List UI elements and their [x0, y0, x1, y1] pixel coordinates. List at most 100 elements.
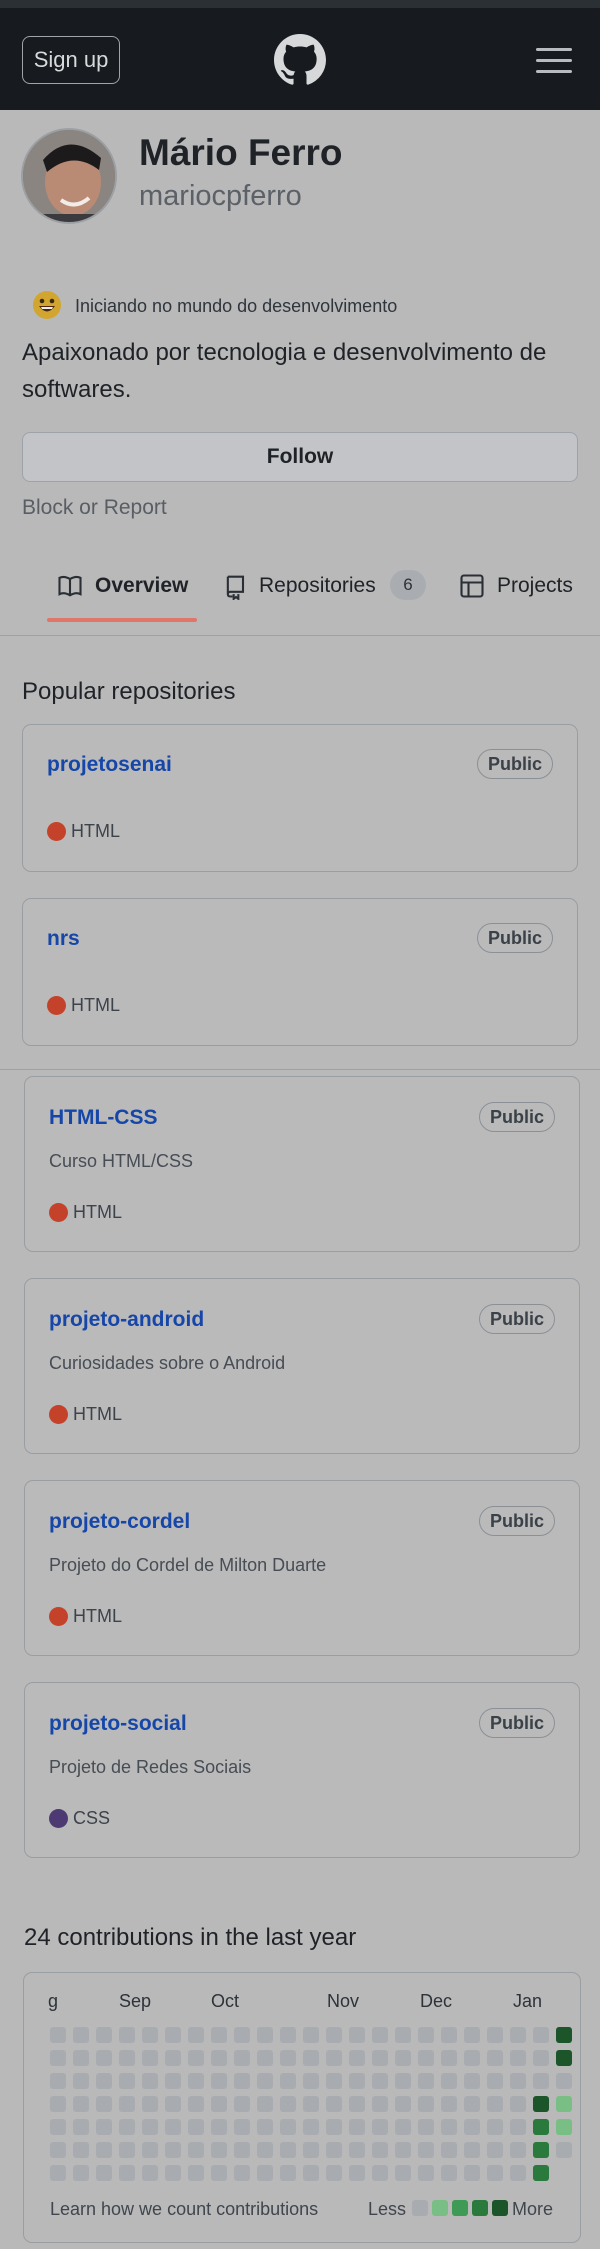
contribution-cell[interactable]	[464, 2142, 480, 2158]
contribution-cell[interactable]	[165, 2027, 181, 2043]
contribution-cell[interactable]	[510, 2073, 526, 2089]
repo-name-link[interactable]: projeto-cordel	[49, 1510, 190, 1534]
user-status[interactable]: Iniciando no mundo do desenvolvimento	[22, 288, 442, 324]
contribution-cell[interactable]	[96, 2119, 112, 2135]
contribution-cell[interactable]	[50, 2050, 66, 2066]
contribution-cell[interactable]	[211, 2119, 227, 2135]
contribution-cell[interactable]	[395, 2165, 411, 2181]
contribution-cell[interactable]	[533, 2119, 549, 2135]
contribution-cell[interactable]	[280, 2165, 296, 2181]
contribution-cell[interactable]	[119, 2142, 135, 2158]
contribution-cell[interactable]	[119, 2050, 135, 2066]
repo-name-link[interactable]: HTML-CSS	[49, 1106, 158, 1130]
contribution-cell[interactable]	[188, 2050, 204, 2066]
contribution-cell[interactable]	[50, 2073, 66, 2089]
contribution-cell[interactable]	[326, 2073, 342, 2089]
contribution-cell[interactable]	[234, 2142, 250, 2158]
contribution-cell[interactable]	[487, 2073, 503, 2089]
contribution-cell[interactable]	[487, 2142, 503, 2158]
contribution-cell[interactable]	[96, 2050, 112, 2066]
tab-projects[interactable]: Projects	[458, 560, 600, 634]
contribution-cell[interactable]	[372, 2096, 388, 2112]
contribution-cell[interactable]	[234, 2073, 250, 2089]
contribution-cell[interactable]	[188, 2119, 204, 2135]
contribution-cell[interactable]	[372, 2142, 388, 2158]
contribution-cell[interactable]	[326, 2096, 342, 2112]
contribution-cell[interactable]	[119, 2073, 135, 2089]
contribution-cell[interactable]	[73, 2050, 89, 2066]
contribution-cell[interactable]	[257, 2050, 273, 2066]
contribution-cell[interactable]	[50, 2027, 66, 2043]
contribution-cell[interactable]	[142, 2165, 158, 2181]
contribution-cell[interactable]	[96, 2142, 112, 2158]
contribution-cell[interactable]	[73, 2142, 89, 2158]
contribution-cell[interactable]	[96, 2073, 112, 2089]
contribution-cell[interactable]	[211, 2165, 227, 2181]
contribution-cell[interactable]	[395, 2119, 411, 2135]
contribution-cell[interactable]	[234, 2165, 250, 2181]
contribution-cell[interactable]	[142, 2096, 158, 2112]
contribution-cell[interactable]	[119, 2096, 135, 2112]
contribution-cell[interactable]	[119, 2119, 135, 2135]
contribution-cell[interactable]	[349, 2050, 365, 2066]
contribution-cell[interactable]	[349, 2119, 365, 2135]
contribution-cell[interactable]	[211, 2073, 227, 2089]
contribution-cell[interactable]	[556, 2142, 572, 2158]
repo-name-link[interactable]: projeto-android	[49, 1308, 204, 1332]
contribution-cell[interactable]	[188, 2096, 204, 2112]
contribution-cell[interactable]	[257, 2096, 273, 2112]
block-or-report-link[interactable]: Block or Report	[22, 496, 167, 520]
tab-repositories[interactable]: Repositories 6	[222, 560, 426, 634]
contribution-cell[interactable]	[234, 2119, 250, 2135]
contribution-cell[interactable]	[257, 2073, 273, 2089]
contribution-cell[interactable]	[533, 2142, 549, 2158]
contribution-cell[interactable]	[349, 2096, 365, 2112]
contribution-cell[interactable]	[303, 2165, 319, 2181]
contribution-cell[interactable]	[349, 2142, 365, 2158]
contribution-cell[interactable]	[142, 2050, 158, 2066]
contribution-cell[interactable]	[119, 2165, 135, 2181]
contribution-cell[interactable]	[441, 2119, 457, 2135]
contribution-cell[interactable]	[487, 2119, 503, 2135]
contribution-cell[interactable]	[487, 2165, 503, 2181]
contribution-cell[interactable]	[372, 2027, 388, 2043]
contribution-cell[interactable]	[142, 2119, 158, 2135]
contribution-cell[interactable]	[188, 2142, 204, 2158]
contribution-cell[interactable]	[418, 2073, 434, 2089]
follow-button[interactable]: Follow	[22, 432, 578, 482]
contribution-cell[interactable]	[326, 2050, 342, 2066]
contribution-cell[interactable]	[165, 2096, 181, 2112]
contribution-cell[interactable]	[280, 2073, 296, 2089]
contribution-cell[interactable]	[533, 2050, 549, 2066]
contribution-cell[interactable]	[395, 2073, 411, 2089]
contribution-cell[interactable]	[326, 2165, 342, 2181]
contribution-cell[interactable]	[73, 2096, 89, 2112]
contribution-cell[interactable]	[257, 2119, 273, 2135]
contribution-cell[interactable]	[50, 2119, 66, 2135]
contribution-cell[interactable]	[533, 2096, 549, 2112]
contribution-cell[interactable]	[372, 2073, 388, 2089]
contribution-cell[interactable]	[303, 2073, 319, 2089]
contribution-cell[interactable]	[464, 2027, 480, 2043]
contribution-cell[interactable]	[50, 2142, 66, 2158]
contribution-cell[interactable]	[441, 2096, 457, 2112]
contribution-cell[interactable]	[96, 2096, 112, 2112]
repo-name-link[interactable]: projeto-social	[49, 1712, 187, 1736]
contribution-cell[interactable]	[303, 2142, 319, 2158]
contribution-cell[interactable]	[372, 2050, 388, 2066]
contribution-cell[interactable]	[418, 2142, 434, 2158]
contribution-cell[interactable]	[303, 2050, 319, 2066]
contribution-cell[interactable]	[73, 2165, 89, 2181]
contribution-cell[interactable]	[257, 2027, 273, 2043]
contribution-cell[interactable]	[326, 2119, 342, 2135]
contribution-cell[interactable]	[257, 2165, 273, 2181]
hamburger-menu-icon[interactable]	[536, 48, 572, 76]
repo-name-link[interactable]: nrs	[47, 927, 80, 951]
contribution-cell[interactable]	[142, 2073, 158, 2089]
contribution-cell[interactable]	[556, 2073, 572, 2089]
contribution-cell[interactable]	[441, 2027, 457, 2043]
tab-overview[interactable]: Overview	[56, 560, 196, 634]
contribution-cell[interactable]	[326, 2027, 342, 2043]
contribution-cell[interactable]	[142, 2027, 158, 2043]
contribution-cell[interactable]	[96, 2165, 112, 2181]
